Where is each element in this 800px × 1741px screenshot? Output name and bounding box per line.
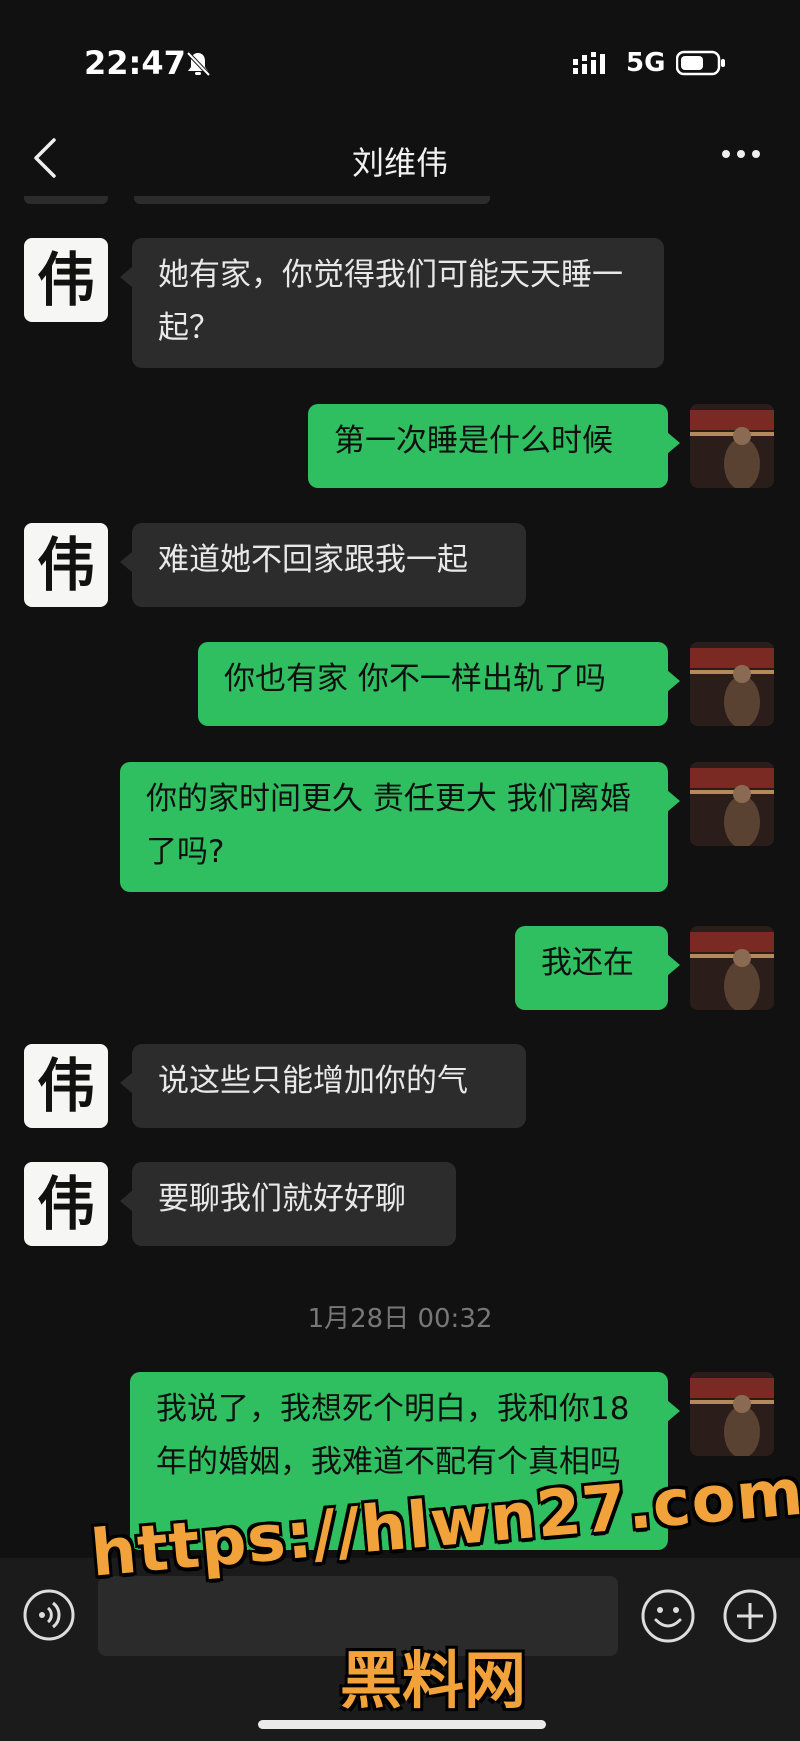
message-text: 第一次睡是什么时候: [334, 423, 613, 459]
contact-avatar[interactable]: 伟: [24, 238, 108, 322]
contact-avatar[interactable]: 伟: [24, 1044, 108, 1128]
more-icon[interactable]: [716, 134, 766, 174]
message-bubble-incoming[interactable]: 她有家，你觉得我们可能天天睡一起？: [120, 238, 664, 368]
battery-icon: [676, 50, 725, 76]
network-type: 5G: [626, 48, 666, 78]
previous-message-edge: [24, 196, 108, 204]
my-avatar[interactable]: [690, 926, 774, 1010]
previous-message-edge: [134, 196, 490, 204]
my-avatar[interactable]: [690, 1372, 774, 1456]
message-bubble-outgoing[interactable]: 你的家时间更久 责任更大 我们离婚了吗?: [120, 762, 680, 892]
message-bubble-incoming[interactable]: 说这些只能增加你的气: [120, 1044, 526, 1128]
svg-text:伟: 伟: [37, 1170, 95, 1238]
my-avatar[interactable]: [690, 642, 774, 726]
contact-avatar[interactable]: 伟: [24, 1162, 108, 1246]
message-bubble-incoming[interactable]: 要聊我们就好好聊: [120, 1162, 456, 1246]
message-bubble-outgoing[interactable]: 你也有家 你不一样出轨了吗: [198, 642, 680, 726]
message-text: 难道她不回家跟我一起: [158, 542, 468, 578]
svg-text:伟: 伟: [37, 531, 95, 599]
message-text: 说这些只能增加你的气: [158, 1063, 468, 1099]
message-bubble-outgoing[interactable]: 第一次睡是什么时候: [308, 404, 680, 488]
home-indicator: [258, 1720, 546, 1729]
svg-text:伟: 伟: [37, 246, 95, 314]
status-bar: 22:47 5G: [0, 0, 800, 130]
bell-off-icon: [186, 51, 211, 77]
my-avatar[interactable]: [690, 762, 774, 846]
plus-icon[interactable]: [722, 1588, 778, 1644]
message-bubble-incoming[interactable]: 难道她不回家跟我一起: [120, 523, 526, 607]
svg-text:伟: 伟: [37, 1052, 95, 1120]
message-text: 我说了，我想死个明白，我和你18年的婚姻，我难道不配有个真相吗: [156, 1391, 630, 1480]
message-text: 要聊我们就好好聊: [158, 1181, 406, 1217]
message-text: 你的家时间更久 责任更大 我们离婚了吗?: [146, 781, 631, 870]
chat-title: 刘维伟: [351, 144, 448, 182]
message-text: 你也有家 你不一样出轨了吗: [224, 661, 606, 697]
message-bubble-outgoing[interactable]: 我还在: [515, 926, 680, 1010]
message-text: 她有家，你觉得我们可能天天睡一起？: [158, 257, 623, 346]
my-avatar[interactable]: [690, 404, 774, 488]
chat-timestamp: 1月28日 00:32: [307, 1304, 493, 1334]
signal-icon: [573, 52, 605, 74]
watermark-name: 黑料网: [340, 1644, 527, 1717]
emoji-icon[interactable]: [640, 1588, 696, 1644]
contact-avatar[interactable]: 伟: [24, 523, 108, 607]
message-text: 我还在: [541, 945, 634, 981]
status-time: 22:47: [84, 44, 186, 82]
chat-header: 刘维伟: [0, 120, 800, 200]
voice-icon[interactable]: [22, 1588, 76, 1642]
